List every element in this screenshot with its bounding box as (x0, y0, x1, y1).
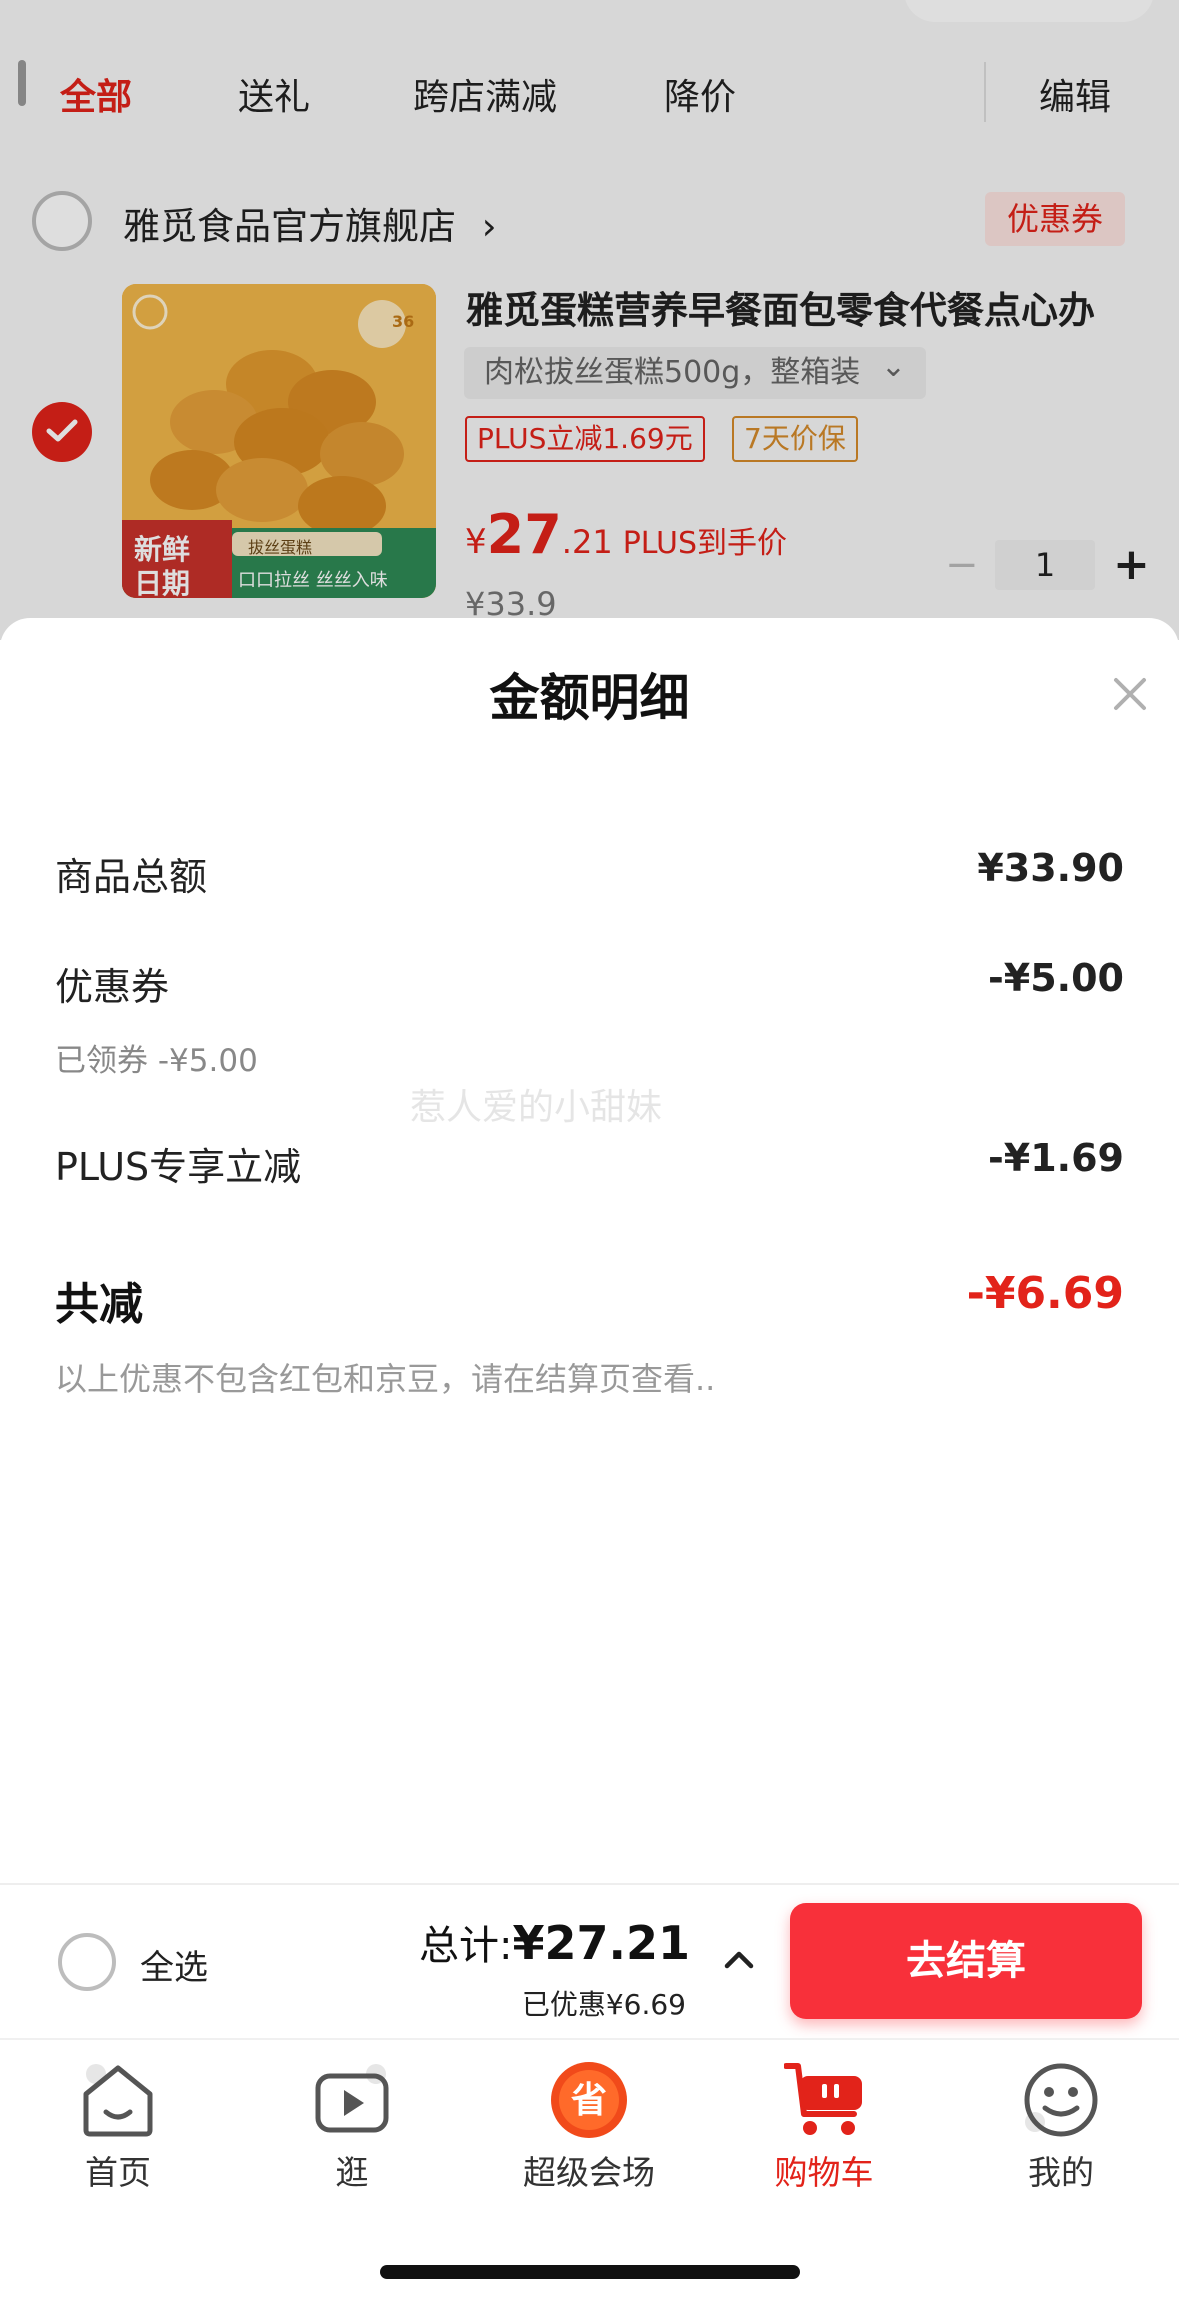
total-price: 总计:¥27.21 (419, 1913, 690, 1971)
saved-amount: 已优惠¥6.69 (521, 1988, 686, 2021)
chevron-up-icon (724, 1951, 754, 1969)
home-indicator (380, 2265, 800, 2279)
video-icon (315, 2064, 389, 2133)
tab-browse-label: 逛 (335, 2153, 369, 2192)
amount-detail-sheet: 金额明细 商品总额 ¥33.90 优惠券 -¥5.00 已领券 -¥5.00 惹… (0, 618, 1179, 1883)
tab-mine-label: 我的 (1028, 2153, 1094, 2192)
super-venue-icon: 省 (551, 2062, 627, 2138)
modal-backdrop[interactable] (0, 0, 1179, 640)
plus-discount-value: -¥1.69 (988, 1136, 1124, 1180)
total-discount-value: -¥6.69 (966, 1268, 1124, 1319)
tab-super-venue-label: 超级会场 (523, 2153, 655, 2192)
tab-super-venue[interactable]: 省 超级会场 (489, 2060, 689, 2200)
checkout-button[interactable]: 去结算 (790, 1903, 1142, 2019)
collapse-detail-button[interactable] (722, 1947, 756, 1971)
select-all-checkbox[interactable] (58, 1933, 116, 1991)
select-all-label[interactable]: 全选 (140, 1940, 208, 1989)
plus-discount-label: PLUS专享立减 (55, 1145, 302, 1189)
cart-icon (784, 2063, 862, 2135)
tab-home-label: 首页 (85, 2153, 151, 2192)
close-button[interactable] (1110, 674, 1150, 714)
total-amount: ¥27.21 (512, 1916, 690, 1970)
bottom-tab-bar: 首页 逛 省 超级会场 购物车 我的 (0, 2038, 1179, 2305)
tab-cart-label: 购物车 (774, 2153, 874, 2192)
coupon-sub-detail: 已领券 -¥5.00 (55, 1043, 258, 1079)
total-label: 总计: (419, 1923, 513, 1969)
coupon-label: 优惠券 (55, 965, 170, 1009)
close-icon (1114, 678, 1146, 710)
tab-browse[interactable]: 逛 (252, 2060, 452, 2200)
super-venue-icon-text: 省 (571, 2080, 607, 2121)
coupon-value: -¥5.00 (988, 956, 1124, 1000)
watermark: 惹人爱的小甜妹 (410, 1087, 663, 1128)
subtotal-label: 商品总额 (55, 855, 208, 899)
home-icon (83, 2064, 153, 2137)
tab-cart[interactable]: 购物车 (724, 2060, 924, 2200)
tab-home[interactable]: 首页 (18, 2060, 218, 2200)
discount-note: 以上优惠不包含红包和京豆，请在结算页查看.. (55, 1360, 716, 1398)
total-discount-label: 共减 (55, 1279, 143, 1330)
subtotal-value: ¥33.90 (977, 846, 1124, 890)
smile-icon (1024, 2063, 1098, 2137)
sheet-title: 金额明细 (489, 669, 690, 727)
tab-mine[interactable]: 我的 (961, 2060, 1161, 2200)
checkout-bar: 全选 总计:¥27.21 已优惠¥6.69 去结算 (0, 1883, 1179, 2038)
